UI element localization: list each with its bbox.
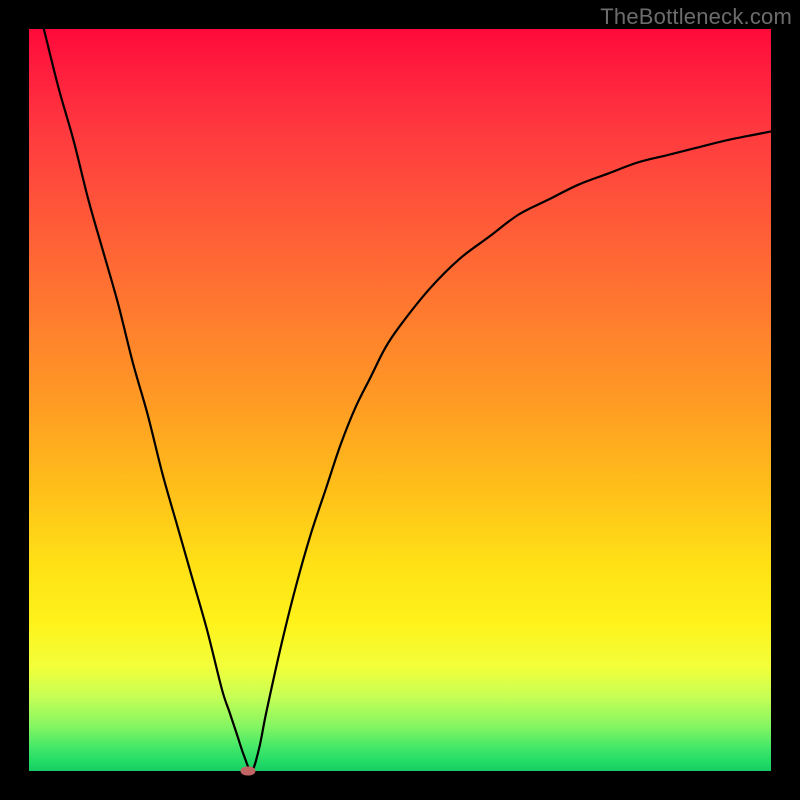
bottleneck-curve <box>29 29 771 771</box>
chart-frame: TheBottleneck.com <box>0 0 800 800</box>
plot-area <box>29 29 771 771</box>
watermark-text: TheBottleneck.com <box>600 4 792 30</box>
optimum-marker <box>240 767 255 776</box>
